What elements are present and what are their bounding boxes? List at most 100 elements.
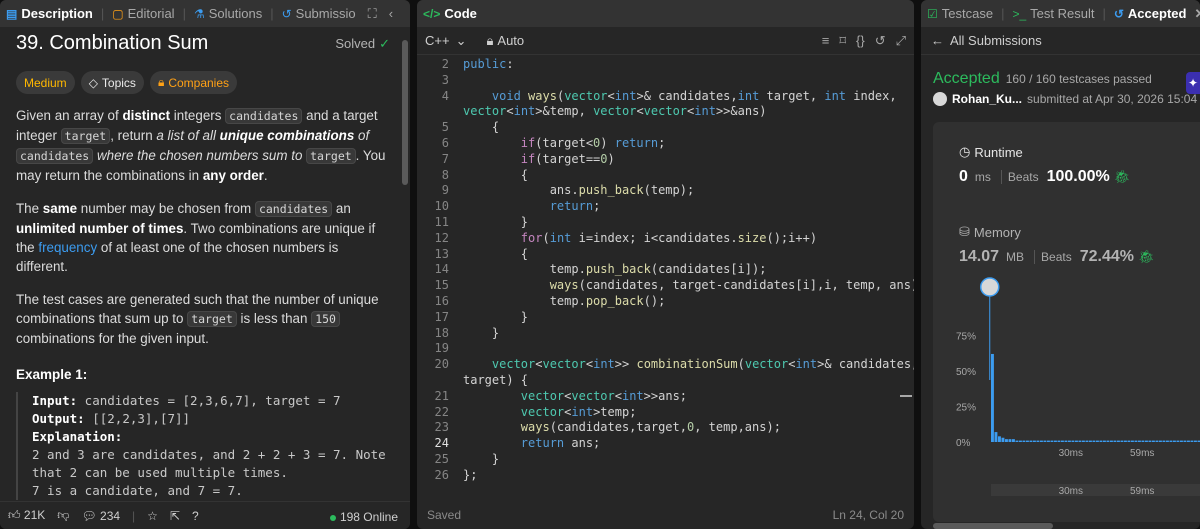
reset-icon[interactable]: ↺ bbox=[875, 33, 886, 49]
code-line[interactable]: 13 { bbox=[417, 246, 914, 262]
line-number: 7 bbox=[441, 151, 449, 166]
code-line[interactable]: 2 public: bbox=[417, 56, 914, 72]
distribution-bar bbox=[1120, 440, 1124, 442]
runtime-distribution-chart[interactable]: 75% 50% 25% 0% 30ms 59ms 30ms 59ms bbox=[933, 122, 1200, 522]
distribution-bar bbox=[1173, 440, 1176, 442]
code-line[interactable]: 25 } bbox=[417, 451, 914, 467]
code-line[interactable]: 7 if(target==0) bbox=[417, 151, 914, 167]
code-line[interactable]: 12 for(int i=index; i<candidates.size();… bbox=[417, 230, 914, 246]
problem-title[interactable]: 39. Combination Sum bbox=[16, 32, 208, 55]
dislike-icon[interactable]: 👎︎ bbox=[57, 508, 69, 523]
code-line[interactable]: 17 } bbox=[417, 309, 914, 325]
distribution-bar bbox=[1183, 440, 1187, 442]
tab-solutions[interactable]: ⚗ Solutions bbox=[188, 6, 268, 21]
code-line[interactable]: 9 ans.push_back(temp); bbox=[417, 182, 914, 198]
line-number: 21 bbox=[434, 388, 449, 403]
tab-testcase[interactable]: ☑ Testcase bbox=[921, 6, 999, 21]
horizontal-scrollbar[interactable] bbox=[933, 523, 1053, 529]
language-select[interactable]: C++ ⌄ bbox=[425, 33, 466, 49]
history-icon: ↺ bbox=[281, 6, 292, 21]
code-tabbar: </> Code bbox=[417, 0, 914, 27]
maximize-icon[interactable]: ⤢ bbox=[896, 33, 906, 49]
chevron-left-icon[interactable]: ‹ bbox=[383, 6, 399, 21]
code-line[interactable]: 10 return; bbox=[417, 198, 914, 214]
tab-code[interactable]: </> Code bbox=[417, 6, 483, 21]
distribution-bar bbox=[1169, 440, 1173, 442]
distribution-bar bbox=[1001, 437, 1005, 442]
line-number: 20 bbox=[434, 357, 449, 372]
distribution-bar bbox=[1075, 440, 1078, 442]
code-line[interactable]: 18 } bbox=[417, 325, 914, 341]
result-tabbar: ☑ Testcase | >_ Test Result | ↺ Accepted ✕ bbox=[921, 0, 1200, 27]
auto-mode-toggle[interactable]: 🔒︎ Auto bbox=[486, 33, 524, 49]
code-line[interactable]: 16 temp.pop_back(); bbox=[417, 293, 914, 309]
tab-editorial[interactable]: ▢ Editorial bbox=[106, 6, 180, 21]
line-number: 17 bbox=[434, 309, 449, 324]
format-icon[interactable]: ≡ bbox=[822, 33, 830, 49]
code-text: } bbox=[463, 309, 529, 324]
share-icon[interactable]: ⇱ bbox=[170, 509, 180, 523]
code-text: if(target<0) return; bbox=[520, 136, 666, 150]
close-icon[interactable]: ✕ bbox=[1194, 6, 1200, 22]
tab-description[interactable]: ▤ Description bbox=[0, 6, 99, 21]
code-line[interactable]: 5 { bbox=[417, 119, 914, 135]
code-editor[interactable]: 2 public: 3 4 void ways(vector<int>& candid… bbox=[417, 55, 914, 501]
tag-icon: ◇ bbox=[88, 75, 98, 90]
distribution-bar bbox=[1113, 440, 1117, 442]
line-number: 2 bbox=[441, 57, 449, 71]
submitter-row: Rohan_Ku... submitted at Apr 30, 2026 15… bbox=[933, 92, 1197, 106]
code-line[interactable]: 6 if(target<0) return; bbox=[417, 135, 914, 151]
code-text: { bbox=[463, 120, 500, 135]
like-button[interactable]: 👍︎ 21K bbox=[8, 508, 45, 523]
code-line[interactable]: 8 { bbox=[417, 167, 914, 183]
distribution-bar bbox=[1190, 440, 1194, 442]
code-text: return ans; bbox=[520, 436, 601, 451]
code-line[interactable]: 21 vector<vector<int>>ans; bbox=[417, 388, 914, 404]
star-icon[interactable]: ☆ bbox=[147, 509, 158, 523]
distribution-bar bbox=[1064, 440, 1068, 442]
code-line[interactable]: 11 } bbox=[417, 214, 914, 230]
code-text: }; bbox=[463, 467, 478, 482]
code-line[interactable]: vector<int>&temp, vector<vector<int>>&an… bbox=[417, 103, 914, 119]
code-line[interactable]: 19 bbox=[417, 340, 914, 356]
braces-icon[interactable]: {} bbox=[856, 33, 865, 49]
expand-icon[interactable]: ⛶ bbox=[362, 6, 383, 22]
distribution-bar bbox=[1033, 440, 1036, 442]
code-text: } bbox=[463, 452, 500, 466]
code-text: vector<vector<int>> combinationSum(vecto… bbox=[491, 357, 914, 372]
tab-accepted[interactable]: ↺ Accepted ✕ bbox=[1108, 6, 1200, 22]
scrollbar[interactable] bbox=[402, 40, 408, 185]
user-name[interactable]: Rohan_Ku... bbox=[952, 92, 1022, 106]
y-tick-label: 75% bbox=[956, 332, 976, 343]
cursor-position: Ln 24, Col 20 bbox=[832, 508, 904, 522]
code-line[interactable]: 4 void ways(vector<int>& candidates,int … bbox=[417, 88, 914, 104]
code-line[interactable]: 24 return ans; bbox=[417, 435, 914, 451]
bookmark-icon[interactable]: ⌑ bbox=[839, 33, 846, 49]
code-line[interactable]: target) { bbox=[417, 372, 914, 388]
avatar[interactable] bbox=[933, 92, 947, 106]
line-number: 12 bbox=[434, 230, 449, 245]
distribution-bar bbox=[1085, 440, 1089, 442]
code-line[interactable]: 23 ways(candidates,target,0, temp,ans); bbox=[417, 419, 914, 435]
code-line[interactable]: 3 bbox=[417, 72, 914, 88]
tab-submissions[interactable]: ↺ Submissio bbox=[276, 6, 362, 21]
distribution-bar bbox=[1078, 440, 1082, 442]
help-icon[interactable]: ? bbox=[192, 509, 199, 523]
frequency-link[interactable]: frequency bbox=[38, 240, 97, 255]
code-line[interactable]: 26}; bbox=[417, 467, 914, 483]
difficulty-badge[interactable]: Medium bbox=[16, 71, 75, 94]
companies-button[interactable]: 🔒︎ Companies bbox=[149, 71, 238, 94]
distribution-bar bbox=[1180, 440, 1183, 442]
tab-test-result[interactable]: >_ Test Result bbox=[1006, 6, 1100, 21]
code-text: } bbox=[463, 325, 500, 340]
ai-sparkle-icon[interactable]: ✦ bbox=[1186, 72, 1200, 94]
topics-button[interactable]: ◇ Topics bbox=[80, 71, 144, 94]
all-submissions-link[interactable]: ← All Submissions bbox=[921, 27, 1200, 55]
code-line[interactable]: 14 temp.push_back(candidates[i]); bbox=[417, 261, 914, 277]
code-line[interactable]: 20 vector<vector<int>> combinationSum(ve… bbox=[417, 356, 914, 372]
comments-button[interactable]: 💬︎ 234 bbox=[81, 509, 120, 523]
code-line[interactable]: 15 ways(candidates, target-candidates[i]… bbox=[417, 277, 914, 293]
code-line[interactable]: 22 vector<int>temp; bbox=[417, 404, 914, 420]
distribution-bar bbox=[1131, 440, 1134, 442]
accepted-row: Accepted 160 / 160 testcases passed bbox=[933, 70, 1152, 88]
